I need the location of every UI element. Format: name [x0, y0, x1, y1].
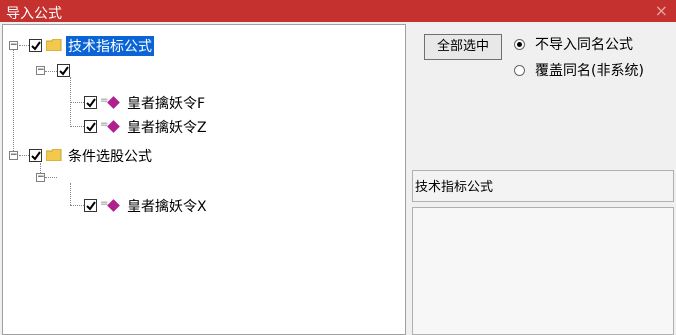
close-icon[interactable]: × [655, 1, 668, 20]
tree-node-label: 条件选股公式 [68, 149, 152, 165]
tree-node-formula-x[interactable]: = 皇者擒妖令X [3, 196, 263, 215]
select-all-button[interactable]: 全部选中 [424, 34, 502, 60]
formula-tree[interactable]: − 技术指标公式 − = 皇者擒妖令F = 皇者擒妖令Z − 条件选股公式 − … [2, 24, 406, 335]
dialog-body: − 技术指标公式 − = 皇者擒妖令F = 皇者擒妖令Z − 条件选股公式 − … [0, 22, 676, 335]
link-icon: = [100, 95, 109, 106]
tree-line [45, 177, 57, 178]
node-checkbox[interactable] [84, 96, 97, 109]
formula-icon [107, 120, 120, 133]
radio-no-import[interactable]: 不导入同名公式 [514, 34, 633, 54]
radio-label: 覆盖同名(非系统) [535, 63, 644, 79]
collapse-icon[interactable]: − [36, 66, 45, 75]
title-bar: 导入公式 × [0, 0, 676, 22]
link-icon: = [100, 198, 109, 209]
radio-selected-icon[interactable] [514, 38, 525, 50]
radio-overwrite[interactable]: 覆盖同名(非系统) [514, 60, 644, 80]
node-checkbox[interactable] [84, 120, 97, 133]
description-text: 技术指标公式 [415, 180, 494, 195]
collapse-icon[interactable]: − [9, 41, 18, 50]
tree-node-technical[interactable]: − 技术指标公式 [3, 36, 203, 56]
tree-node-label: 技术指标公式 [66, 36, 154, 56]
formula-icon [107, 199, 120, 212]
node-checkbox[interactable] [29, 149, 42, 162]
node-checkbox[interactable] [29, 39, 42, 52]
node-checkbox[interactable] [57, 64, 70, 77]
radio-label: 不导入同名公式 [535, 37, 633, 53]
window-title: 导入公式 [6, 6, 62, 22]
collapse-icon[interactable]: − [9, 151, 18, 160]
node-checkbox[interactable] [84, 199, 97, 212]
collapse-icon[interactable]: − [36, 173, 45, 182]
folder-icon [45, 38, 62, 52]
tree-node-screening[interactable]: − 条件选股公式 [3, 146, 203, 165]
radio-unselected-icon[interactable] [514, 64, 525, 76]
tree-node-formula-f[interactable]: = 皇者擒妖令F [3, 93, 263, 112]
formula-content-area[interactable] [412, 207, 674, 335]
tree-node-formula-z[interactable]: = 皇者擒妖令Z [3, 117, 263, 136]
tree-node-label: 皇者擒妖令Z [127, 120, 207, 136]
formula-icon [107, 96, 120, 109]
folder-icon [45, 148, 62, 162]
description-field: 技术指标公式 [412, 170, 674, 202]
link-icon: = [100, 119, 109, 130]
tree-node-group[interactable]: − [3, 61, 123, 79]
tree-node-label: 皇者擒妖令F [127, 96, 206, 112]
tree-node-label: 皇者擒妖令X [127, 199, 207, 215]
